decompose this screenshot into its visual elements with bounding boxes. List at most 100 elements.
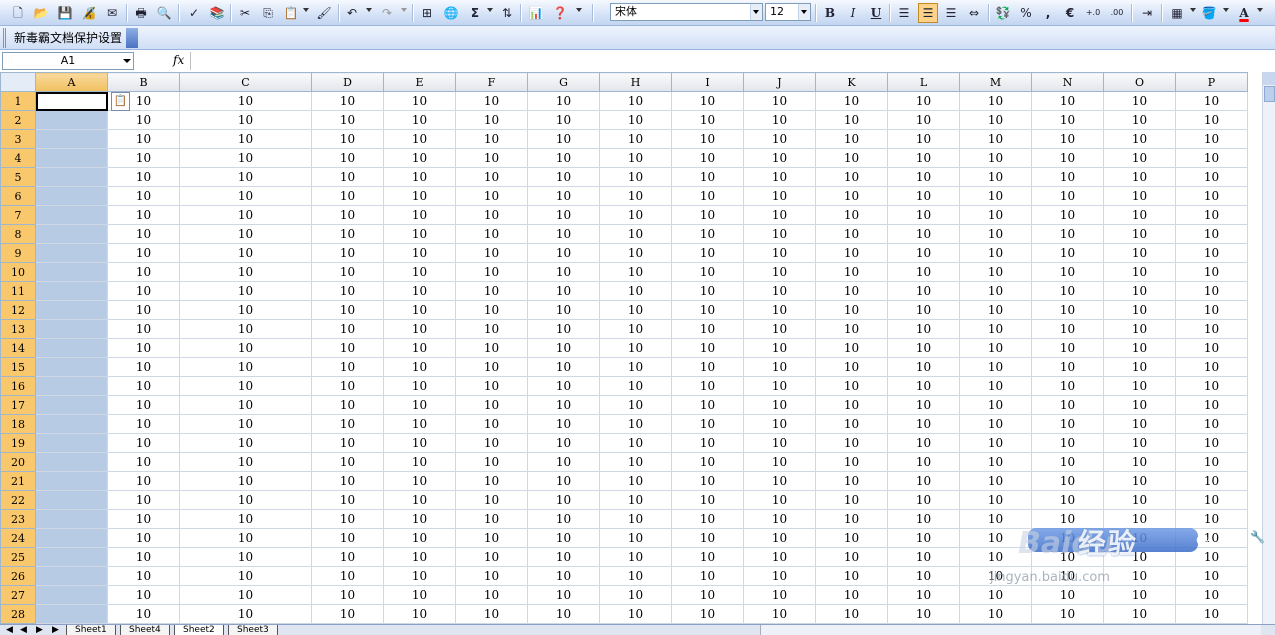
- euro-button[interactable]: €: [1060, 3, 1080, 23]
- cell-c14[interactable]: 10: [179, 338, 312, 358]
- cell-b6[interactable]: 10: [107, 186, 180, 206]
- cell-b4[interactable]: 10: [107, 148, 180, 168]
- cell-e13[interactable]: 10: [383, 319, 456, 339]
- cell-b17[interactable]: 10: [107, 395, 180, 415]
- cell-h6[interactable]: 10: [599, 186, 672, 206]
- name-box[interactable]: A1: [2, 52, 134, 70]
- cell-l22[interactable]: 10: [887, 490, 960, 510]
- align-center-icon[interactable]: ☰: [918, 3, 938, 23]
- cell-e9[interactable]: 10: [383, 243, 456, 263]
- cell-b20[interactable]: 10: [107, 452, 180, 472]
- column-header-p[interactable]: P: [1175, 72, 1248, 92]
- cell-f1[interactable]: 10: [455, 91, 528, 111]
- column-header-a[interactable]: A: [35, 72, 108, 92]
- cell-m13[interactable]: 10: [959, 319, 1032, 339]
- cell-n7[interactable]: 10: [1031, 205, 1104, 225]
- cell-o19[interactable]: 10: [1103, 433, 1176, 453]
- cell-a11[interactable]: [35, 281, 108, 301]
- cell-e18[interactable]: 10: [383, 414, 456, 434]
- cell-p6[interactable]: 10: [1175, 186, 1248, 206]
- cell-i13[interactable]: 10: [671, 319, 744, 339]
- cell-m8[interactable]: 10: [959, 224, 1032, 244]
- new-document-icon[interactable]: 🗋: [8, 3, 28, 23]
- cell-b9[interactable]: 10: [107, 243, 180, 263]
- cell-g25[interactable]: 10: [527, 547, 600, 567]
- cell-h20[interactable]: 10: [599, 452, 672, 472]
- cell-h28[interactable]: 10: [599, 604, 672, 624]
- cell-n18[interactable]: 10: [1031, 414, 1104, 434]
- cell-h22[interactable]: 10: [599, 490, 672, 510]
- cell-i4[interactable]: 10: [671, 148, 744, 168]
- cell-h17[interactable]: 10: [599, 395, 672, 415]
- row-header[interactable]: 6: [0, 186, 36, 206]
- cell-l12[interactable]: 10: [887, 300, 960, 320]
- cell-k1[interactable]: 10: [815, 91, 888, 111]
- row-header[interactable]: 1: [0, 91, 36, 111]
- autosum-icon[interactable]: Σ: [465, 3, 485, 23]
- cell-m27[interactable]: 10: [959, 585, 1032, 605]
- cell-k16[interactable]: 10: [815, 376, 888, 396]
- cell-c28[interactable]: 10: [179, 604, 312, 624]
- cell-n11[interactable]: 10: [1031, 281, 1104, 301]
- cell-n28[interactable]: 10: [1031, 604, 1104, 624]
- cell-d25[interactable]: 10: [311, 547, 384, 567]
- cell-p1[interactable]: 10: [1175, 91, 1248, 111]
- cell-m5[interactable]: 10: [959, 167, 1032, 187]
- cell-e25[interactable]: 10: [383, 547, 456, 567]
- cell-l26[interactable]: 10: [887, 566, 960, 586]
- cell-k28[interactable]: 10: [815, 604, 888, 624]
- cell-m2[interactable]: 10: [959, 110, 1032, 130]
- cell-p27[interactable]: 10: [1175, 585, 1248, 605]
- cell-j19[interactable]: 10: [743, 433, 816, 453]
- cell-l21[interactable]: 10: [887, 471, 960, 491]
- paste-options-icon[interactable]: 📋: [111, 92, 130, 111]
- cell-m18[interactable]: 10: [959, 414, 1032, 434]
- row-header[interactable]: 17: [0, 395, 36, 415]
- cell-l14[interactable]: 10: [887, 338, 960, 358]
- cell-m17[interactable]: 10: [959, 395, 1032, 415]
- cell-d6[interactable]: 10: [311, 186, 384, 206]
- cell-b27[interactable]: 10: [107, 585, 180, 605]
- cell-h4[interactable]: 10: [599, 148, 672, 168]
- cell-l2[interactable]: 10: [887, 110, 960, 130]
- cell-n9[interactable]: 10: [1031, 243, 1104, 263]
- cell-c6[interactable]: 10: [179, 186, 312, 206]
- cell-k10[interactable]: 10: [815, 262, 888, 282]
- cell-h10[interactable]: 10: [599, 262, 672, 282]
- cell-c12[interactable]: 10: [179, 300, 312, 320]
- cell-e20[interactable]: 10: [383, 452, 456, 472]
- cell-l1[interactable]: 10: [887, 91, 960, 111]
- cell-k5[interactable]: 10: [815, 167, 888, 187]
- cell-d9[interactable]: 10: [311, 243, 384, 263]
- cell-e1[interactable]: 10: [383, 91, 456, 111]
- cell-k21[interactable]: 10: [815, 471, 888, 491]
- cell-o14[interactable]: 10: [1103, 338, 1176, 358]
- cell-h19[interactable]: 10: [599, 433, 672, 453]
- column-header-i[interactable]: I: [671, 72, 744, 92]
- cell-p23[interactable]: 10: [1175, 509, 1248, 529]
- cell-d7[interactable]: 10: [311, 205, 384, 225]
- cell-m21[interactable]: 10: [959, 471, 1032, 491]
- cell-o3[interactable]: 10: [1103, 129, 1176, 149]
- cell-d24[interactable]: 10: [311, 528, 384, 548]
- cell-d16[interactable]: 10: [311, 376, 384, 396]
- cell-i15[interactable]: 10: [671, 357, 744, 377]
- cell-n16[interactable]: 10: [1031, 376, 1104, 396]
- cell-m20[interactable]: 10: [959, 452, 1032, 472]
- column-header-n[interactable]: N: [1031, 72, 1104, 92]
- cell-o4[interactable]: 10: [1103, 148, 1176, 168]
- cell-k4[interactable]: 10: [815, 148, 888, 168]
- cell-p13[interactable]: 10: [1175, 319, 1248, 339]
- cell-k3[interactable]: 10: [815, 129, 888, 149]
- row-header[interactable]: 15: [0, 357, 36, 377]
- cell-h26[interactable]: 10: [599, 566, 672, 586]
- cell-g22[interactable]: 10: [527, 490, 600, 510]
- cell-o21[interactable]: 10: [1103, 471, 1176, 491]
- cell-o28[interactable]: 10: [1103, 604, 1176, 624]
- cell-g9[interactable]: 10: [527, 243, 600, 263]
- cell-i27[interactable]: 10: [671, 585, 744, 605]
- cell-o23[interactable]: 10: [1103, 509, 1176, 529]
- cell-f20[interactable]: 10: [455, 452, 528, 472]
- cell-a1[interactable]: [35, 91, 108, 111]
- cell-e27[interactable]: 10: [383, 585, 456, 605]
